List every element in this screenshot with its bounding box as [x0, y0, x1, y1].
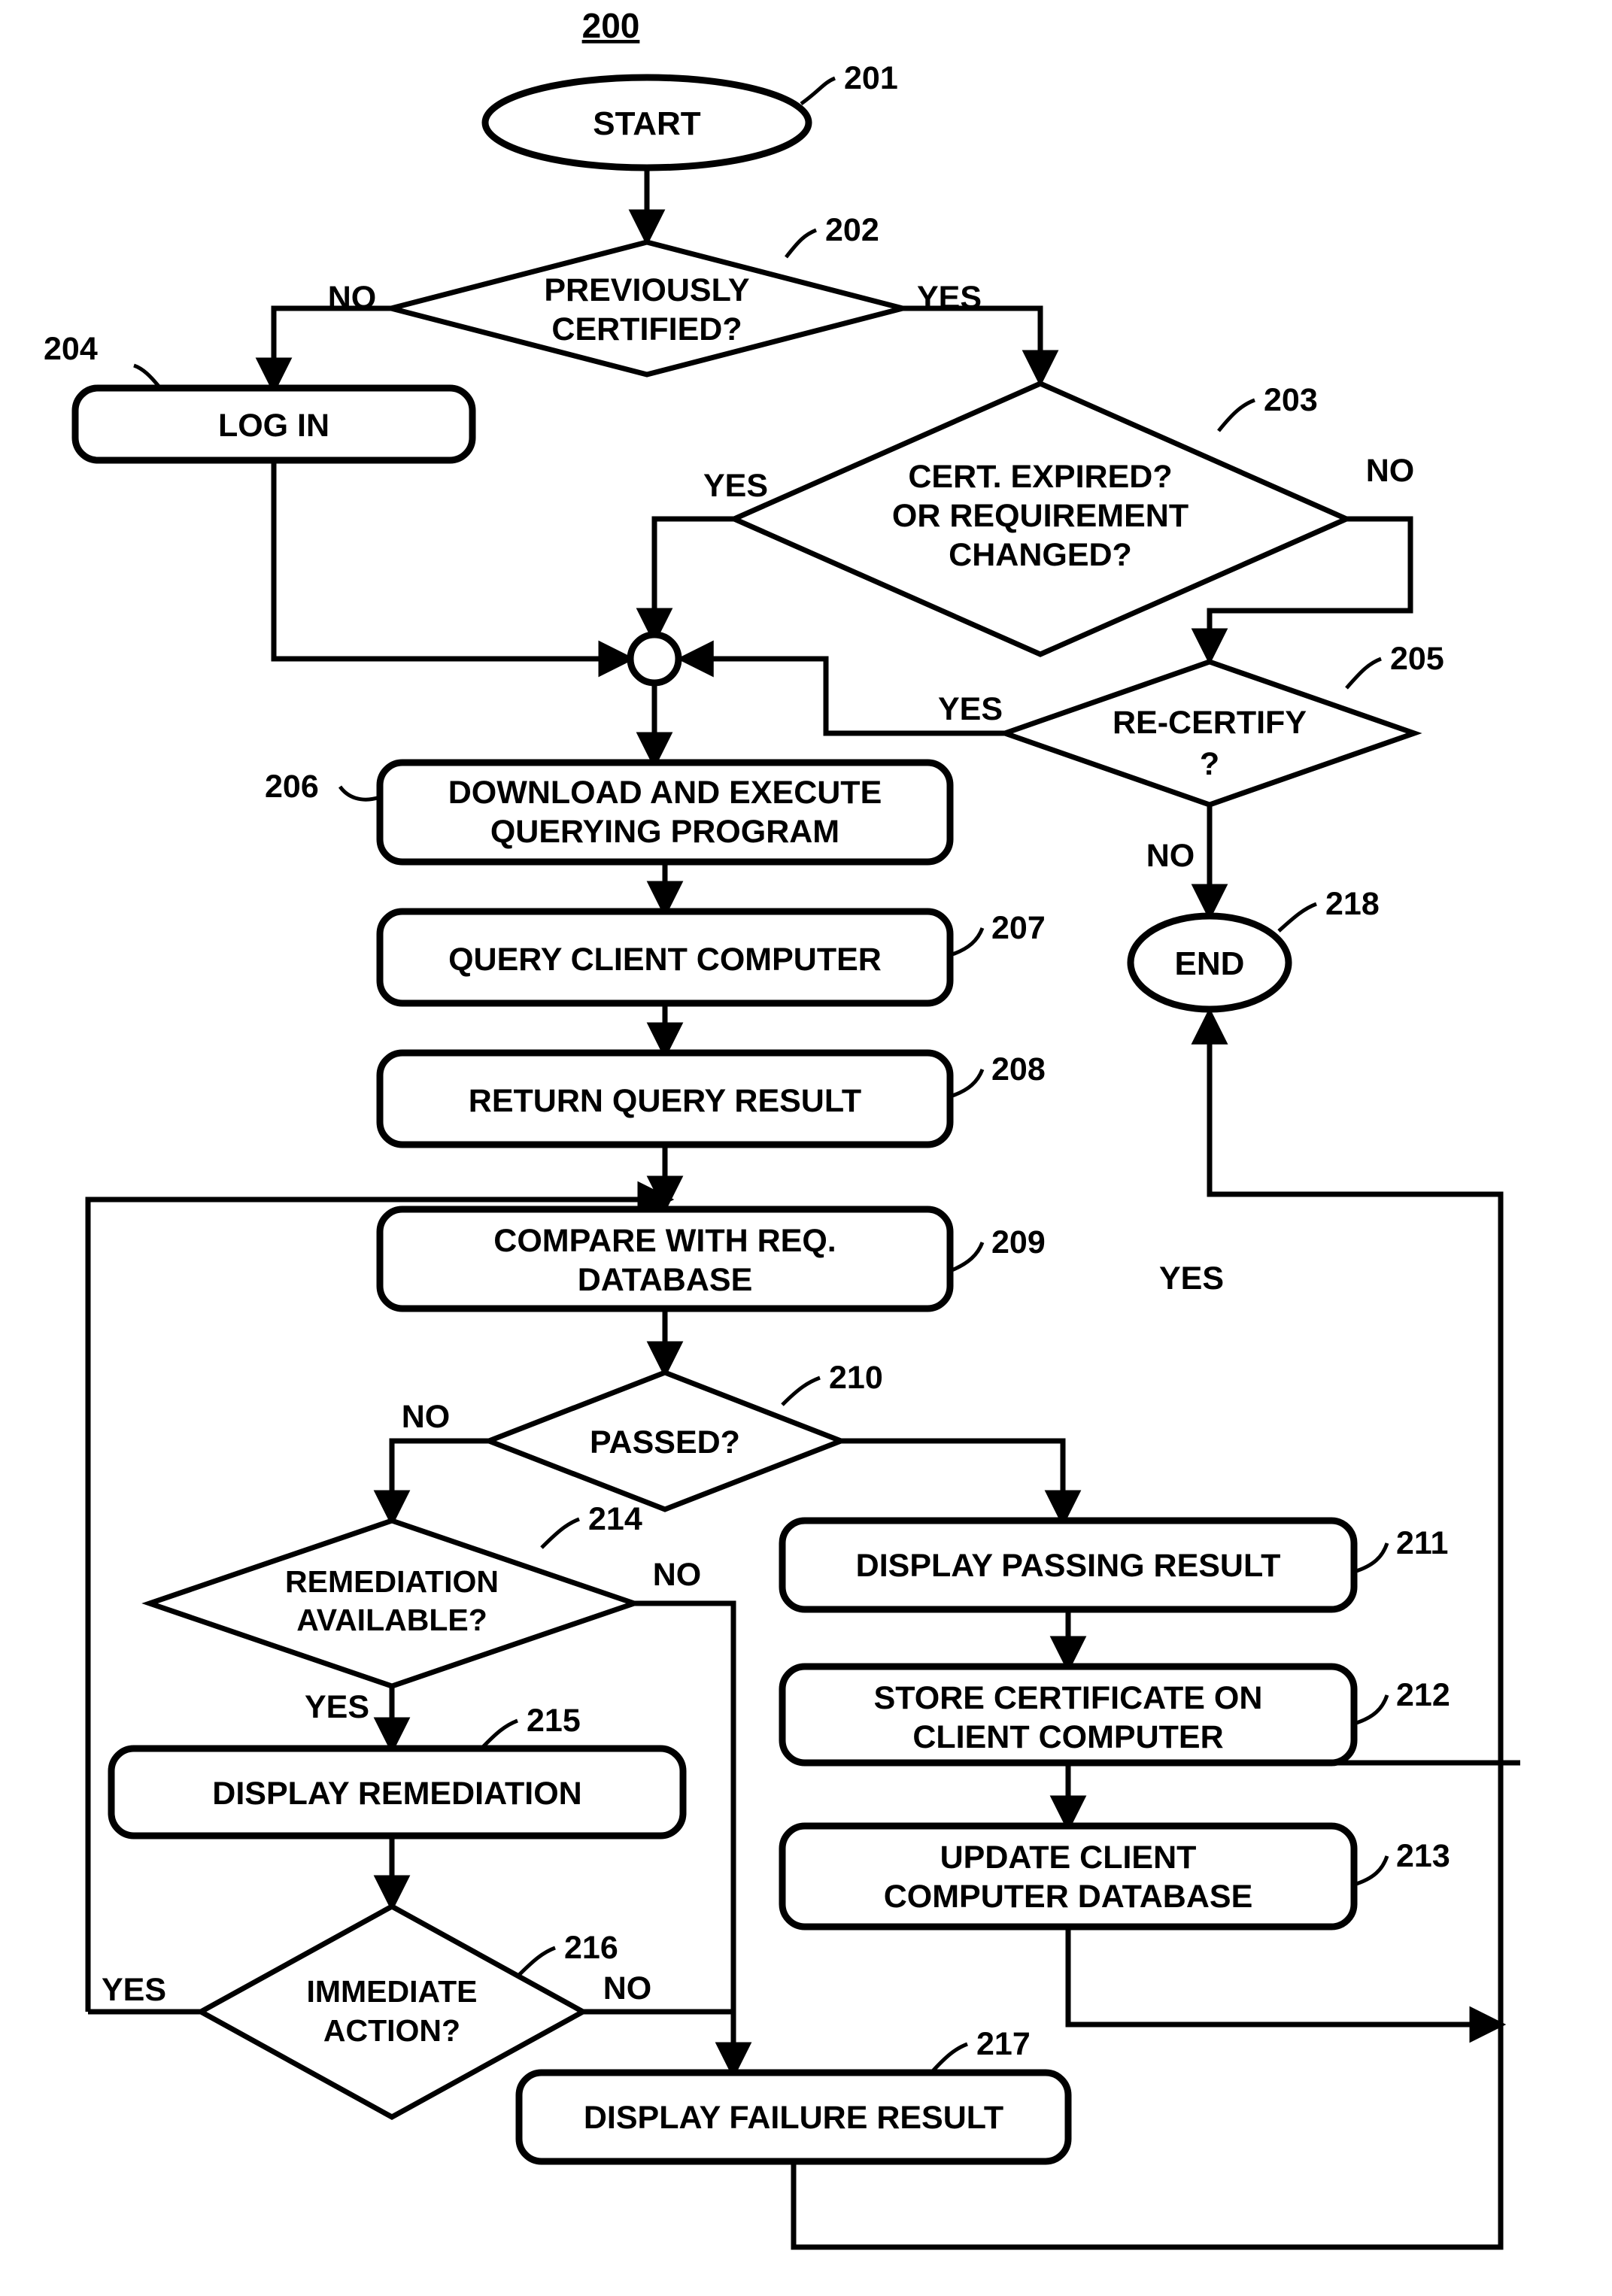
store-certificate-label-line2: CLIENT COMPUTER	[912, 1719, 1223, 1755]
log-in-label: LOG IN	[218, 408, 329, 444]
compare-req-label-line1: COMPARE WITH REQ.	[493, 1223, 836, 1259]
ref-207: 207	[991, 910, 1046, 946]
ref-203: 203	[1264, 382, 1318, 418]
remediation-label-line2: AVAILABLE?	[296, 1603, 487, 1637]
store-certificate-label-line1: STORE CERTIFICATE ON	[874, 1680, 1263, 1716]
node-return-query: RETURN QUERY RESULT	[376, 1049, 954, 1148]
ref-217: 217	[976, 2026, 1031, 2062]
branch-label-remediation-no: NO	[653, 1557, 702, 1593]
immediate-action-label-line1: IMMEDIATE	[306, 1974, 477, 2009]
compare-req-label-line2: DATABASE	[578, 1262, 753, 1298]
node-store-certificate: STORE CERTIFICATE ON CLIENT COMPUTER	[779, 1663, 1358, 1767]
previously-certified-label-line1: PREVIOUSLY	[544, 272, 749, 308]
branch-label-cert-no: NO	[1366, 453, 1415, 489]
node-download-execute: DOWNLOAD AND EXECUTE QUERYING PROGRAM	[376, 759, 954, 866]
ref-208: 208	[991, 1051, 1046, 1087]
start-label: START	[593, 105, 701, 142]
branch-label-passed-yes: YES	[1159, 1260, 1224, 1297]
node-start: START	[481, 74, 812, 171]
display-failure-label: DISPLAY FAILURE RESULT	[584, 2100, 1003, 2136]
re-certify-label-line1: RE-CERTIFY	[1113, 705, 1307, 741]
node-display-failure: DISPLAY FAILURE RESULT	[515, 2069, 1072, 2165]
passed-label: PASSED?	[590, 1424, 740, 1460]
update-client-label-line2: COMPUTER DATABASE	[884, 1879, 1253, 1915]
ref-205: 205	[1390, 641, 1444, 677]
ref-210: 210	[829, 1360, 883, 1396]
node-update-client: UPDATE CLIENT COMPUTER DATABASE	[779, 1822, 1358, 1931]
ref-209: 209	[991, 1224, 1046, 1260]
node-junction	[627, 631, 682, 687]
ref-206: 206	[265, 769, 319, 805]
update-client-label-line1: UPDATE CLIENT	[940, 1840, 1197, 1876]
ref-215: 215	[527, 1703, 581, 1739]
branch-label-recert-yes: YES	[938, 691, 1003, 727]
download-execute-label-line1: DOWNLOAD AND EXECUTE	[448, 775, 882, 811]
branch-label-passed-no: NO	[402, 1399, 451, 1435]
ref-212: 212	[1396, 1677, 1450, 1713]
display-passing-label: DISPLAY PASSING RESULT	[856, 1548, 1281, 1584]
junction-connector	[627, 631, 682, 687]
ref-218: 218	[1325, 886, 1380, 922]
previously-certified-label-line2: CERTIFIED?	[551, 311, 742, 347]
branch-label-recert-no: NO	[1146, 838, 1195, 874]
remediation-label-line1: REMEDIATION	[285, 1564, 499, 1599]
return-query-label: RETURN QUERY RESULT	[469, 1083, 861, 1119]
display-remediation-label: DISPLAY REMEDIATION	[212, 1776, 581, 1812]
re-certify-label-line2: ?	[1200, 746, 1219, 782]
cert-expired-label-line3: CHANGED?	[949, 537, 1132, 573]
ref-201: 201	[844, 60, 898, 96]
ref-213: 213	[1396, 1838, 1450, 1874]
flowchart-diagram: 200 START 201 PREVIOUSLY CERTIFIED? 202 …	[0, 0, 1612, 2296]
node-display-remediation: DISPLAY REMEDIATION	[108, 1745, 687, 1840]
figure-number: 200	[582, 6, 640, 45]
branch-label-remediation-yes: YES	[305, 1689, 369, 1725]
node-display-passing: DISPLAY PASSING RESULT	[779, 1517, 1358, 1613]
node-compare-req: COMPARE WITH REQ. DATABASE	[376, 1206, 954, 1312]
cert-expired-label-line2: OR REQUIREMENT	[892, 498, 1189, 534]
ref-214: 214	[588, 1501, 642, 1537]
ref-211: 211	[1396, 1525, 1448, 1561]
query-client-label: QUERY CLIENT COMPUTER	[448, 942, 882, 978]
ref-204: 204	[44, 331, 98, 367]
node-query-client: QUERY CLIENT COMPUTER	[376, 908, 954, 1007]
node-end: END	[1127, 912, 1292, 1013]
branch-label-cert-yes: YES	[703, 468, 768, 504]
branch-label-immediate-no: NO	[603, 1970, 652, 2006]
cert-expired-label-line1: CERT. EXPIRED?	[908, 459, 1172, 495]
download-execute-label-line2: QUERYING PROGRAM	[490, 814, 839, 850]
ref-202: 202	[825, 212, 879, 248]
node-log-in: LOG IN	[71, 384, 476, 464]
branch-label-immediate-yes: YES	[102, 1972, 166, 2008]
ref-216: 216	[564, 1930, 618, 1966]
immediate-action-label-line2: ACTION?	[323, 2013, 460, 2048]
end-label: END	[1175, 945, 1245, 982]
